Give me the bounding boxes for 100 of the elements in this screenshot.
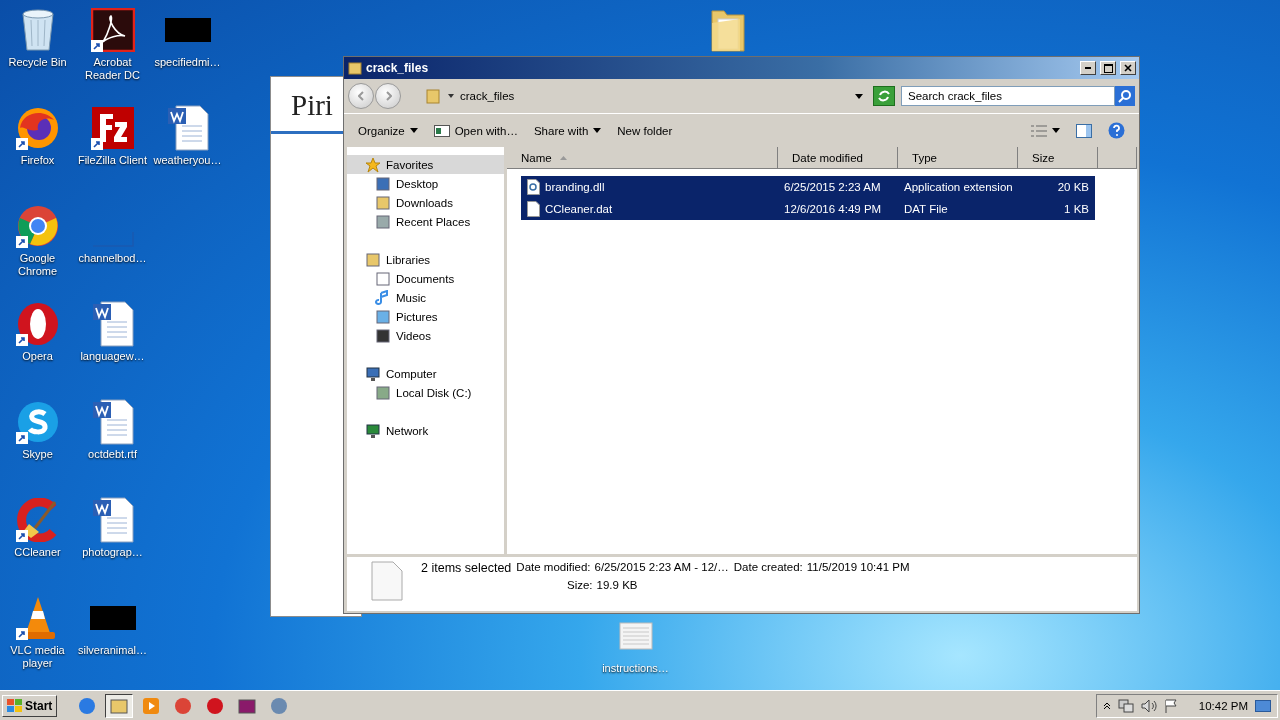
star-icon: [365, 156, 381, 173]
filezilla-icon: [90, 106, 135, 150]
minimize-button[interactable]: [1080, 61, 1096, 75]
recycle-bin-icon: [19, 8, 56, 52]
desktop-icon-label[interactable]: languagew…: [80, 350, 145, 363]
sort-arrow-icon: [559, 155, 567, 160]
detail-value: 19.9 KB: [596, 579, 638, 591]
skype-icon: [15, 400, 60, 444]
column-header[interactable]: Type: [898, 147, 1018, 169]
minimize-icon: [1085, 67, 1091, 69]
taskbar-app-button[interactable]: [105, 693, 134, 718]
caret-icon: [593, 128, 602, 133]
start-button[interactable]: Start: [2, 694, 58, 717]
caret-icon: [448, 94, 454, 98]
desktop-icon-label[interactable]: weatheryou…: [153, 154, 222, 167]
nav-item[interactable]: Computer: [347, 364, 504, 383]
column-header[interactable]: Date modified: [778, 147, 898, 169]
windows-logo-icon: [7, 698, 23, 713]
toolbar-button[interactable]: Share with: [527, 121, 608, 140]
nav-item[interactable]: Network: [347, 421, 504, 440]
column-header[interactable]: Name: [507, 147, 778, 169]
desktop-icon-label[interactable]: silveranimal…: [77, 644, 148, 657]
desktop-icon-label[interactable]: photograp…: [82, 546, 143, 559]
toolbar-button[interactable]: Open with…: [427, 121, 524, 140]
show-desktop-button[interactable]: [1255, 699, 1271, 712]
redacted-icon: [89, 606, 136, 630]
desktop-icon-label[interactable]: CCleaner: [14, 546, 61, 559]
column-header[interactable]: Size: [1018, 147, 1098, 169]
desktop-icon-label[interactable]: Opera: [22, 350, 53, 363]
play-icon: [142, 696, 161, 715]
shortcut-arrow-icon: [15, 628, 28, 640]
detail-value: 6/25/2015 2:23 AM - 12/…: [594, 561, 729, 575]
file-icon: [527, 201, 540, 217]
toolbar-button[interactable]: New folder: [611, 121, 679, 140]
clock[interactable]: 10:42 PM: [1198, 699, 1248, 712]
dropdown-arrow-icon: [855, 93, 863, 99]
maximize-button[interactable]: [1100, 61, 1116, 75]
desktop-icon-label[interactable]: Skype: [22, 448, 53, 461]
nav-item[interactable]: Music: [347, 288, 504, 307]
detail-label: Date modified:: [516, 561, 591, 575]
nav-item[interactable]: Recent Places: [347, 212, 504, 231]
header-filler: [1098, 147, 1137, 169]
nav-item[interactable]: Pictures: [347, 307, 504, 326]
search-button[interactable]: [1115, 86, 1135, 106]
word-document-icon: [90, 300, 135, 348]
desktop-icon-label[interactable]: VLC media player: [1, 644, 74, 670]
flag-icon[interactable]: [1163, 698, 1178, 713]
maximize-icon: [1103, 63, 1113, 73]
word-document-icon: [90, 398, 135, 446]
file-date: 6/25/2015 2:23 AM: [784, 181, 881, 193]
desktop-icon-label[interactable]: channelbod…: [78, 252, 147, 265]
file-icon: [371, 561, 403, 601]
refresh-button[interactable]: [873, 86, 895, 106]
computer-icon: [365, 365, 381, 382]
nav-item[interactable]: Favorites: [347, 155, 504, 174]
file-size: 20 KB: [1057, 181, 1089, 193]
window-icon: [433, 124, 450, 137]
file-name: branding.dll: [545, 181, 605, 193]
nav-item[interactable]: Documents: [347, 269, 504, 288]
desktop-icon-label[interactable]: Recycle Bin: [8, 56, 67, 69]
file-row[interactable]: branding.dll 6/25/2015 2:23 AM Application extension 20 KB: [521, 176, 1095, 198]
close-icon: [1124, 64, 1132, 72]
desktop-icon-label[interactable]: octdebt.rtf: [88, 448, 137, 461]
caret-icon: [1052, 128, 1060, 133]
text-file-icon: [618, 622, 653, 650]
search-field[interactable]: Search crack_files: [901, 86, 1115, 106]
caret-icon: [409, 128, 418, 133]
shortcut-arrow-icon: [15, 432, 28, 444]
acrobat-icon: [90, 8, 135, 52]
desktop-icon-label[interactable]: FileZilla Client: [77, 154, 148, 167]
nav-item[interactable]: Libraries: [347, 250, 504, 269]
desktop-icon-label[interactable]: Acrobat Reader DC: [76, 56, 149, 82]
help-icon: [1108, 122, 1125, 139]
network-icon[interactable]: [1117, 698, 1134, 713]
nav-item[interactable]: Desktop: [347, 174, 504, 193]
file-row[interactable]: CCleaner.dat 12/6/2016 4:49 PM DAT File 1 KB: [521, 198, 1095, 220]
forward-button[interactable]: [375, 83, 401, 109]
nav-item[interactable]: Local Disk (C:): [347, 383, 504, 402]
speaker-icon[interactable]: [1140, 698, 1157, 713]
back-button[interactable]: [348, 83, 374, 109]
fox-globe-icon: [15, 106, 60, 150]
nav-item[interactable]: Videos: [347, 326, 504, 345]
desktop-icon-label[interactable]: Google Chrome: [1, 252, 74, 278]
file-date: 12/6/2016 4:49 PM: [784, 203, 882, 215]
file-size: 1 KB: [1064, 203, 1089, 215]
detail-label: Size:: [567, 579, 593, 591]
shortcut-arrow-icon: [90, 138, 103, 150]
word-document-icon: [165, 104, 210, 152]
chevron-up-icon[interactable]: [1102, 701, 1111, 710]
close-button[interactable]: [1120, 61, 1136, 75]
gear-file-icon: [527, 179, 540, 195]
desktop-icon-label[interactable]: specifiedmi…: [154, 56, 221, 69]
desktop-icon-label[interactable]: Firefox: [20, 154, 55, 167]
nav-item[interactable]: Downloads: [347, 193, 504, 212]
detail-value: 11/5/2019 10:41 PM: [806, 561, 910, 575]
search-icon: [1118, 89, 1132, 103]
shortcut-arrow-icon: [15, 334, 28, 346]
file-type: DAT File: [904, 203, 948, 215]
detail-label: Date created:: [733, 561, 803, 575]
shortcut-arrow-icon: [15, 530, 28, 542]
